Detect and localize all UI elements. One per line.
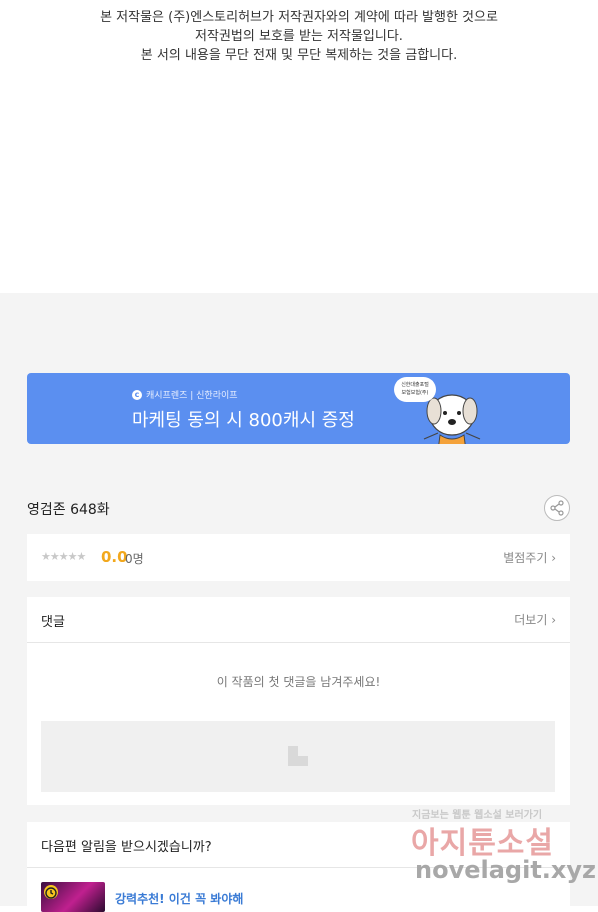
- rate-button[interactable]: 별점주기 ›: [503, 549, 556, 566]
- copyright-line-1: 본 저작물은 (주)엔스토리허브가 저작권자와의 계약에 따라 발행한 것으로: [100, 10, 498, 25]
- copyright-notice: 본 저작물은 (주)엔스토리허브가 저작권자와의 계약에 따라 발행한 것으로 …: [0, 0, 598, 293]
- comments-empty-message: 이 작품의 첫 댓글을 남겨주세요!: [216, 675, 381, 689]
- comments-more-link[interactable]: 더보기 ›: [514, 611, 556, 628]
- copyright-line-3: 본 서의 내용을 무단 전재 및 무단 복제하는 것을 금합니다.: [140, 48, 458, 63]
- recommend-link[interactable]: 강력추천! 이건 꼭 봐야해: [115, 890, 243, 907]
- share-icon: [550, 500, 564, 516]
- cash-logo-icon: c: [132, 389, 142, 400]
- clock-icon: [44, 885, 58, 899]
- comment-input-box[interactable]: [41, 721, 555, 792]
- comments-card: 댓글 더보기 › 이 작품의 첫 댓글을 남겨주세요!: [27, 597, 570, 805]
- rating-stars[interactable]: ★★★★★: [41, 550, 86, 563]
- rating-count: 0명: [125, 552, 144, 566]
- image-placeholder-icon: [288, 746, 308, 766]
- banner-headline: 마케팅 동의 시 800캐시 증정: [132, 410, 355, 431]
- share-button[interactable]: [544, 495, 570, 521]
- episode-title: 영검존 648화: [27, 502, 110, 518]
- notify-question: 다음편 알림을 받으시겠습니까?: [41, 840, 212, 855]
- episode-title-row: 영검존 648화: [27, 495, 570, 523]
- recommend-thumbnail[interactable]: [41, 882, 105, 912]
- rating-score: 0.0: [101, 548, 128, 566]
- comments-label: 댓글: [41, 615, 65, 630]
- banner-brand: c 캐시프렌즈 | 신한라이프: [132, 388, 238, 401]
- ad-banner[interactable]: c 캐시프렌즈 | 신한라이프 마케팅 동의 시 800캐시 증정 신한대출포털…: [27, 373, 570, 444]
- rating-card: ★★★★★ 0.0 0명 별점주기 ›: [27, 534, 570, 581]
- site-watermark: 지금보는 웹툰 웹소설 보러가기 아지툰소설 novelagit.xyz: [405, 802, 598, 906]
- copyright-line-2: 저작권법의 보호를 받는 저작물입니다.: [195, 29, 403, 44]
- banner-brand-text: 캐시프렌즈 | 신한라이프: [146, 391, 238, 401]
- bubble-line-2: 보험보험(주): [401, 390, 429, 396]
- bubble-line-1: 신한대출포털: [401, 382, 429, 388]
- comments-header: 댓글 더보기 ›: [27, 597, 570, 643]
- watermark-url: novelagit.xyz: [415, 856, 597, 884]
- banner-speech-bubble: 신한대출포털 보험보험(주): [394, 377, 436, 402]
